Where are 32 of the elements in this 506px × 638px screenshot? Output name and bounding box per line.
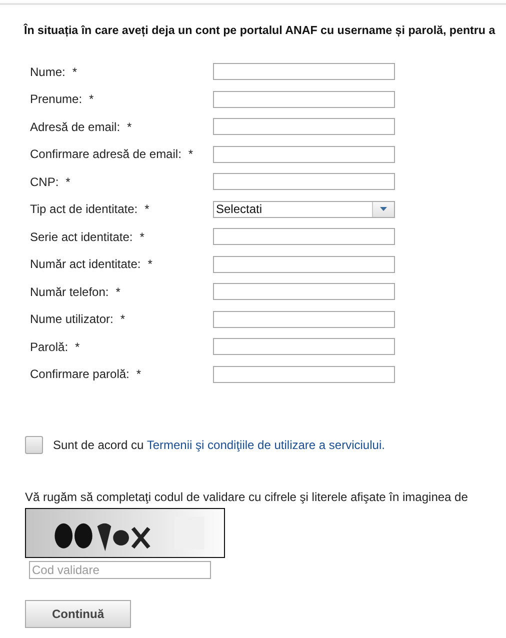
terms-link[interactable]: Termenii şi condiţiile de utilizare a serviciului. [146, 438, 385, 452]
instruction-text: Vă rugăm să completaţi codul de validare cu cifrele şi literele afişate în imaginea de [25, 488, 469, 506]
field-label: Parolă: * [30, 338, 81, 356]
input-field[interactable] [213, 146, 395, 163]
field-label: Număr telefon: * [30, 284, 122, 301]
continue-button[interactable]: Continuă [25, 600, 131, 628]
field-label: Confirmare adresă de email: * [30, 146, 194, 164]
input-field[interactable] [213, 338, 395, 356]
field-label: Confirmare parolă: * [30, 366, 142, 384]
field-label: Prenume: * [30, 91, 95, 108]
select-field[interactable]: Selectati [213, 200, 395, 218]
input-field[interactable] [213, 63, 395, 80]
code-input-field[interactable]: Cod validare [29, 560, 211, 579]
intro-text: În situația în care aveți deja un cont pe portalul ANAF cu username și parolă, pentru a [24, 22, 496, 39]
input-field[interactable] [213, 256, 395, 273]
field-label: Număr act identitate: * [30, 256, 154, 274]
field-label: Adresă de email: * [30, 118, 133, 136]
input-field[interactable] [213, 173, 395, 190]
checkbox[interactable] [25, 436, 43, 454]
input-field[interactable] [213, 90, 395, 108]
field-label: Serie act identitate: * [30, 228, 146, 246]
input-field[interactable] [213, 283, 395, 300]
field-label: Tip act de identitate: * [30, 201, 150, 218]
agreement-text: Sunt de acord cu Termenii şi condiţiile de utilizare a serviciului. [53, 436, 385, 454]
input-field[interactable] [213, 228, 395, 246]
dropdown-arrow-icon [380, 207, 387, 212]
field-label: CNP: * [30, 174, 72, 191]
input-field[interactable] [213, 118, 395, 136]
input-field[interactable] [213, 366, 395, 383]
field-label: Nume: * [30, 64, 78, 81]
input-field[interactable] [213, 310, 395, 328]
field-label: Nume utilizator: * [30, 311, 126, 328]
